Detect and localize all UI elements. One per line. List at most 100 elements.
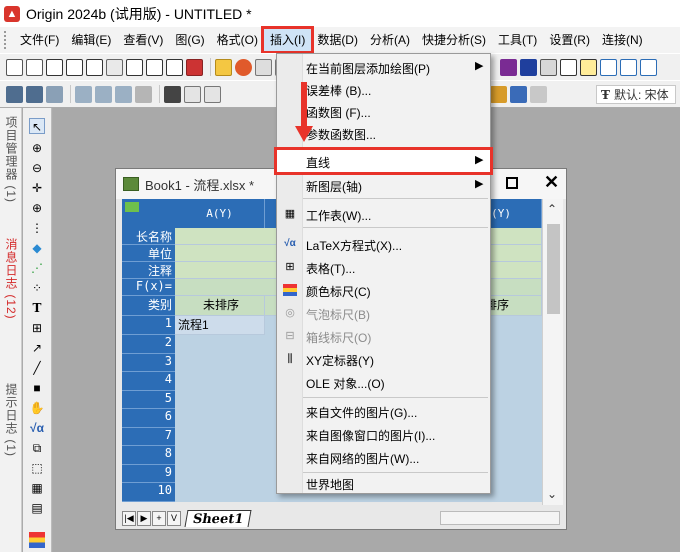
annotation-tool-icon[interactable]: ⊞ (29, 320, 45, 336)
menu-item-world-map[interactable]: 世界地图 (277, 472, 490, 494)
layer-icon[interactable] (540, 59, 557, 76)
scroll-up-icon[interactable]: ⌃ (547, 202, 557, 216)
row-label-category[interactable]: 类别 (122, 296, 175, 316)
rectangle-tool-icon[interactable]: ■ (29, 380, 45, 396)
sheet-list-icon[interactable]: V (167, 510, 181, 526)
layer-tool-icon[interactable]: ▦ (29, 480, 45, 496)
add-cols-icon[interactable] (95, 85, 112, 103)
menu-tools[interactable]: 工具(T) (492, 29, 543, 51)
row-label-long-name[interactable]: 长名称 (122, 228, 175, 245)
zoom-tool-icon[interactable]: ⊕ (29, 140, 45, 156)
menu-insert[interactable]: 插入(I) (260, 26, 315, 54)
paste-icon[interactable] (490, 86, 507, 103)
close-icon[interactable]: ✕ (544, 172, 559, 193)
zoom-out-tool-icon[interactable]: ⊖ (29, 160, 45, 176)
menu-quick-analysis[interactable]: 快捷分析(S) (416, 29, 492, 51)
sheet-tab-sheet1[interactable]: Sheet1 (184, 509, 252, 527)
column-header-a[interactable]: A(Y) (175, 199, 265, 228)
text-tool-icon[interactable]: T (29, 300, 45, 316)
add-sheet-icon[interactable]: + (152, 510, 166, 526)
menu-data[interactable]: 数据(D) (311, 29, 364, 51)
recent-files-icon[interactable] (235, 58, 252, 76)
screen-reader-icon[interactable]: ✛ (29, 180, 45, 196)
region-selector-icon[interactable]: ◆ (29, 240, 45, 256)
menu-item-worksheet[interactable]: ▦ 工作表(W)... (277, 203, 490, 225)
menu-item-image-from-file[interactable]: 来自文件的图片(G)... (277, 400, 490, 422)
row-number[interactable]: 3 (122, 354, 175, 372)
menu-view[interactable]: 查看(V) (117, 29, 169, 51)
row-number[interactable]: 7 (122, 428, 175, 446)
graph-object-icon[interactable]: ⧉ (29, 440, 45, 456)
menu-item-ole-object[interactable]: OLE 对象...(O) (277, 371, 490, 393)
set-column-icon[interactable] (115, 85, 132, 103)
row-number[interactable]: 10 (122, 483, 175, 502)
new-workbook-icon[interactable] (46, 58, 63, 76)
latex-tool-icon[interactable]: √α (29, 420, 45, 436)
hand-tool-icon[interactable]: ✋ (29, 400, 45, 416)
category-cell-a[interactable]: 未排序 (175, 296, 265, 316)
forward-icon[interactable] (26, 85, 43, 103)
zoom-panel-icon[interactable] (620, 59, 637, 76)
stack-tool-icon[interactable]: ▤ (29, 500, 45, 516)
arrow-tool-icon[interactable]: ↗ (29, 340, 45, 356)
horizontal-scrollbar[interactable] (440, 511, 560, 525)
menu-file[interactable]: 文件(F) (14, 29, 65, 51)
new-matrix-icon[interactable] (86, 58, 103, 76)
cell-a1[interactable]: 流程1 (175, 316, 265, 335)
menu-analysis[interactable]: 分析(A) (364, 29, 416, 51)
menu-item-latex-equation[interactable]: √α LaTeX方程式(X)... (277, 233, 490, 255)
menu-graph[interactable]: 图(G) (169, 29, 210, 51)
cursor-nav-icon[interactable] (46, 85, 63, 103)
grid-corner-icon[interactable] (122, 199, 175, 228)
back-icon[interactable] (6, 85, 23, 103)
maximize-icon[interactable] (506, 177, 518, 189)
plot-tool-icon[interactable]: ⬚ (29, 460, 45, 476)
undo-icon[interactable] (510, 86, 527, 103)
stacked-lines-icon[interactable] (520, 59, 537, 76)
scroll-thumb[interactable] (547, 224, 560, 314)
menu-edit[interactable]: 编辑(E) (65, 29, 117, 51)
redo-icon[interactable] (530, 86, 547, 103)
draw-data-icon[interactable]: ⁘ (29, 280, 45, 296)
menu-item-table[interactable]: ⊞ 表格(T)... (277, 256, 490, 278)
row-number[interactable]: 5 (122, 391, 175, 409)
row-number[interactable]: 4 (122, 372, 175, 391)
open-folder-icon[interactable] (215, 58, 232, 76)
row-number[interactable]: 2 (122, 335, 175, 354)
new-layout-icon[interactable] (126, 58, 143, 76)
row-label-units[interactable]: 单位 (122, 245, 175, 262)
tab-messages-log[interactable]: 消息日志 (12) (3, 238, 20, 320)
new-notes-icon[interactable] (146, 58, 163, 76)
save-template-icon[interactable] (186, 58, 203, 76)
undo-graph-icon[interactable] (135, 85, 152, 103)
row-number[interactable]: 9 (122, 465, 175, 483)
menu-format[interactable]: 格式(O) (211, 29, 264, 51)
menu-item-xy-scaler[interactable]: ⫼ XY定标器(Y) (277, 348, 490, 370)
row-number[interactable]: 6 (122, 409, 175, 428)
new-project-icon[interactable] (6, 58, 23, 76)
menu-item-color-scale[interactable]: 颜色标尺(C) (277, 279, 490, 301)
mask-tool-icon[interactable]: ⋰ (29, 260, 45, 276)
menu-item-add-plot-to-layer[interactable]: 在当前图层添加绘图(P) ▶ (277, 56, 490, 78)
new-folder-icon[interactable] (26, 58, 43, 76)
scroll-down-icon[interactable]: ⌄ (547, 487, 557, 501)
tab-hint-log[interactable]: 提示日志 (1) (3, 383, 20, 457)
menu-connect[interactable]: 连接(N) (596, 29, 649, 51)
font-selector[interactable]: Ŧ 默认: 宋体 (596, 85, 676, 104)
color-scale-tool-icon[interactable] (29, 532, 45, 548)
zoom-in-icon[interactable] (600, 59, 617, 76)
row-label-fx[interactable]: F(x)= (122, 279, 175, 296)
vertical-scrollbar[interactable]: ⌃ ⌄ (542, 199, 563, 505)
menu-item-image-from-window[interactable]: 来自图像窗口的图片(I)... (277, 423, 490, 445)
add-rows-icon[interactable] (75, 85, 92, 103)
table-icon[interactable] (184, 85, 201, 103)
zoom-window-icon[interactable] (580, 59, 597, 76)
save-icon[interactable] (255, 58, 272, 76)
tab-project-manager[interactable]: 项目管理器 (1) (3, 116, 20, 203)
filter-icon[interactable] (204, 85, 221, 103)
menu-item-new-layer[interactable]: 新图层(轴) ▶ (277, 174, 490, 196)
hierarchy-icon[interactable] (560, 59, 577, 76)
data-selector-icon[interactable]: ⋮ (29, 220, 45, 236)
menu-settings[interactable]: 设置(R) (543, 29, 596, 51)
line-tool-icon[interactable]: ╱ (29, 360, 45, 376)
